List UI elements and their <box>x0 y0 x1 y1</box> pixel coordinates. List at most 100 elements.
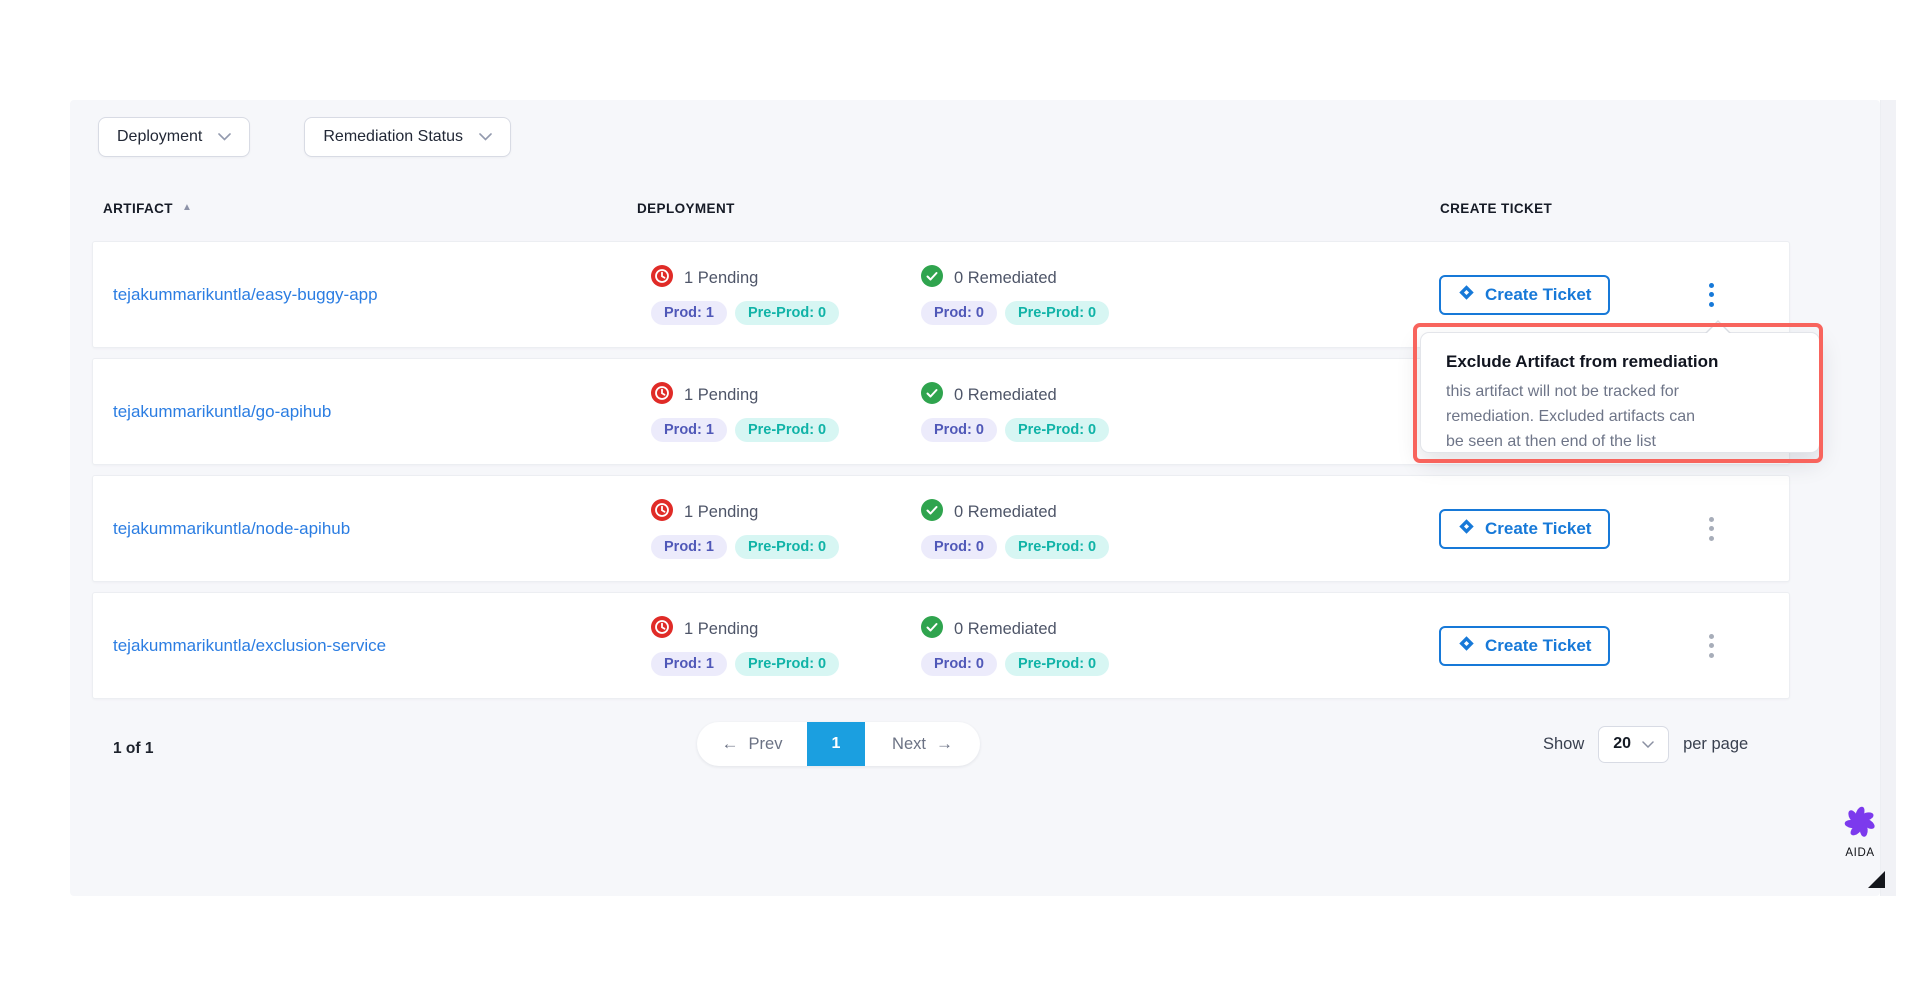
next-label: Next <box>892 735 926 754</box>
current-page-button[interactable]: 1 <box>807 722 865 766</box>
remediated-group: 0 Remediated Prod: 0 Pre-Prod: 0 <box>921 616 1109 676</box>
remediated-check-icon <box>921 382 943 409</box>
create-ticket-button[interactable]: Create Ticket <box>1439 509 1610 549</box>
preprod-badge: Pre-Prod: 0 <box>1005 535 1109 559</box>
remediated-count-label: 0 Remediated <box>954 386 1057 405</box>
tooltip-body-line: be seen at then end of the list <box>1446 429 1799 454</box>
pending-count-label: 1 Pending <box>684 503 758 522</box>
remediated-count-label: 0 Remediated <box>954 620 1057 639</box>
preprod-badge: Pre-Prod: 0 <box>735 535 839 559</box>
chevron-down-icon <box>479 133 492 141</box>
remediated-check-icon <box>921 265 943 292</box>
remediation-panel: Deployment Remediation Status ARTIFACT ▲… <box>70 100 1880 896</box>
chevron-down-icon <box>1642 741 1654 748</box>
per-page-value: 20 <box>1613 735 1631 753</box>
aida-flower-icon <box>1843 827 1877 844</box>
artifact-link[interactable]: tejakummarikuntla/go-apihub <box>113 402 331 422</box>
prev-label: Prev <box>749 735 783 754</box>
remediated-check-icon <box>921 499 943 526</box>
vertical-scrollbar[interactable] <box>1880 100 1896 896</box>
kebab-menu-icon[interactable] <box>1699 631 1723 661</box>
pending-group: 1 Pending Prod: 1 Pre-Prod: 0 <box>651 499 839 559</box>
column-header-deployment: DEPLOYMENT <box>637 201 735 216</box>
pending-group: 1 Pending Prod: 1 Pre-Prod: 0 <box>651 382 839 442</box>
pending-group: 1 Pending Prod: 1 Pre-Prod: 0 <box>651 616 839 676</box>
pending-clock-icon <box>651 616 673 643</box>
artifact-link[interactable]: tejakummarikuntla/node-apihub <box>113 519 350 539</box>
table-row: tejakummarikuntla/exclusion-service 1 Pe… <box>92 592 1790 699</box>
remediated-count-label: 0 Remediated <box>954 503 1057 522</box>
column-header-artifact[interactable]: ARTIFACT ▲ <box>103 201 192 216</box>
resize-corner-icon <box>1868 871 1885 888</box>
remediation-status-filter-label: Remediation Status <box>323 128 463 146</box>
aida-assistant-launcher[interactable]: AIDA <box>1836 804 1884 859</box>
deployment-filter-dropdown[interactable]: Deployment <box>98 117 250 157</box>
filter-bar: Deployment Remediation Status <box>98 117 511 157</box>
remediation-status-filter-dropdown[interactable]: Remediation Status <box>304 117 511 157</box>
preprod-badge: Pre-Prod: 0 <box>1005 301 1109 325</box>
preprod-badge: Pre-Prod: 0 <box>1005 418 1109 442</box>
tooltip-body-line: remediation. Excluded artifacts can <box>1446 404 1799 429</box>
exclude-artifact-tooltip: Exclude Artifact from remediation this a… <box>1420 332 1820 453</box>
preprod-badge: Pre-Prod: 0 <box>735 418 839 442</box>
prev-page-button[interactable]: ← Prev <box>697 722 807 766</box>
prod-badge: Prod: 1 <box>651 652 727 676</box>
show-label: Show <box>1543 735 1584 754</box>
tooltip-body: this artifact will not be tracked for re… <box>1446 379 1799 454</box>
kebab-menu-icon[interactable] <box>1699 280 1723 310</box>
tooltip-title: Exclude Artifact from remediation <box>1446 352 1799 372</box>
remediated-group: 0 Remediated Prod: 0 Pre-Prod: 0 <box>921 499 1109 559</box>
create-ticket-button[interactable]: Create Ticket <box>1439 275 1610 315</box>
artifact-link[interactable]: tejakummarikuntla/exclusion-service <box>113 636 386 656</box>
column-header-artifact-label: ARTIFACT <box>103 201 173 216</box>
pending-count-label: 1 Pending <box>684 269 758 288</box>
prod-badge: Prod: 0 <box>921 652 997 676</box>
jira-diamond-icon <box>1458 518 1475 540</box>
column-header-create-ticket: CREATE TICKET <box>1440 201 1552 216</box>
remediated-group: 0 Remediated Prod: 0 Pre-Prod: 0 <box>921 382 1109 442</box>
create-ticket-button[interactable]: Create Ticket <box>1439 626 1610 666</box>
prod-badge: Prod: 0 <box>921 301 997 325</box>
remediated-count-label: 0 Remediated <box>954 269 1057 288</box>
per-page-select[interactable]: 20 <box>1598 726 1669 763</box>
pending-clock-icon <box>651 499 673 526</box>
pending-clock-icon <box>651 382 673 409</box>
column-header-create-ticket-label: CREATE TICKET <box>1440 201 1552 216</box>
artifact-link[interactable]: tejakummarikuntla/easy-buggy-app <box>113 285 378 305</box>
jira-diamond-icon <box>1458 635 1475 657</box>
per-page-suffix-label: per page <box>1683 735 1748 754</box>
prod-badge: Prod: 0 <box>921 418 997 442</box>
sort-ascending-icon[interactable]: ▲ <box>182 202 192 213</box>
create-ticket-label: Create Ticket <box>1485 285 1591 305</box>
pending-group: 1 Pending Prod: 1 Pre-Prod: 0 <box>651 265 839 325</box>
next-page-button[interactable]: Next → <box>865 722 980 766</box>
page-summary: 1 of 1 <box>113 740 153 758</box>
tooltip-body-line: this artifact will not be tracked for <box>1446 379 1799 404</box>
chevron-down-icon <box>218 133 231 141</box>
arrow-left-icon: ← <box>722 734 739 754</box>
kebab-menu-icon[interactable] <box>1699 514 1723 544</box>
prod-badge: Prod: 1 <box>651 418 727 442</box>
remediated-group: 0 Remediated Prod: 0 Pre-Prod: 0 <box>921 265 1109 325</box>
aida-label: AIDA <box>1836 847 1884 859</box>
pending-count-label: 1 Pending <box>684 620 758 639</box>
pager: ← Prev 1 Next → <box>697 722 980 766</box>
pending-count-label: 1 Pending <box>684 386 758 405</box>
preprod-badge: Pre-Prod: 0 <box>1005 652 1109 676</box>
prod-badge: Prod: 0 <box>921 535 997 559</box>
artifact-table-body: tejakummarikuntla/easy-buggy-app 1 Pendi… <box>92 241 1790 699</box>
prod-badge: Prod: 1 <box>651 535 727 559</box>
prod-badge: Prod: 1 <box>651 301 727 325</box>
arrow-right-icon: → <box>936 734 953 754</box>
preprod-badge: Pre-Prod: 0 <box>735 301 839 325</box>
table-row: tejakummarikuntla/node-apihub 1 Pending … <box>92 475 1790 582</box>
remediated-check-icon <box>921 616 943 643</box>
preprod-badge: Pre-Prod: 0 <box>735 652 839 676</box>
create-ticket-label: Create Ticket <box>1485 519 1591 539</box>
tooltip-arrow-icon <box>1706 322 1730 334</box>
jira-diamond-icon <box>1458 284 1475 306</box>
pending-clock-icon <box>651 265 673 292</box>
column-header-deployment-label: DEPLOYMENT <box>637 201 735 216</box>
deployment-filter-label: Deployment <box>117 128 202 146</box>
per-page-control: Show 20 per page <box>1543 722 1748 766</box>
